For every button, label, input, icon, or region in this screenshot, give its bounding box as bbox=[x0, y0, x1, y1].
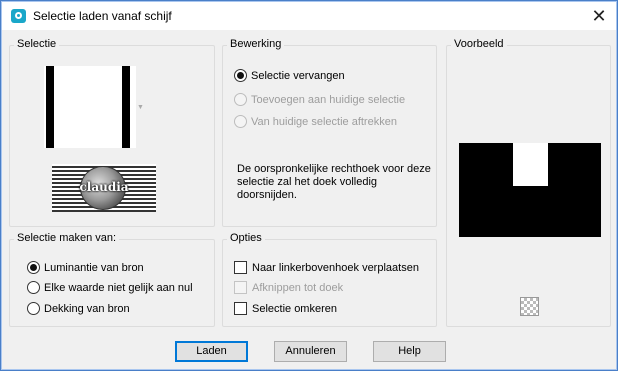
voorbeeld-group: Voorbeeld bbox=[446, 38, 611, 327]
radio-luminantie[interactable]: Luminantie van bron bbox=[27, 261, 144, 274]
radio-label: Selectie vervangen bbox=[251, 69, 345, 82]
checkbox-label: Afknippen tot doek bbox=[252, 281, 344, 294]
watermark-image: claudia bbox=[52, 164, 156, 212]
radio-unselected-icon[interactable] bbox=[27, 281, 40, 294]
radio-aftrekken: Van huidige selectie aftrekken bbox=[234, 115, 397, 128]
opties-group: Opties Naar linkerbovenhoek verplaatsen … bbox=[222, 232, 437, 327]
bewerking-note: De oorspronkelijke rechthoek voor deze s… bbox=[237, 163, 431, 201]
load-button[interactable]: Laden bbox=[175, 341, 248, 362]
radio-label: Luminantie van bron bbox=[44, 261, 144, 274]
cancel-button[interactable]: Annuleren bbox=[274, 341, 347, 362]
checkbox-icon[interactable] bbox=[234, 302, 247, 315]
radio-selected-icon[interactable] bbox=[234, 69, 247, 82]
watermark-text: claudia bbox=[79, 180, 129, 194]
maken-van-group: Selectie maken van: Luminantie van bron … bbox=[9, 232, 215, 327]
title-bar[interactable]: Selectie laden vanaf schijf ✕ bbox=[2, 2, 616, 30]
dropdown-arrow-icon[interactable]: ▼ bbox=[137, 104, 144, 111]
voorbeeld-group-label: Voorbeeld bbox=[451, 38, 507, 50]
checkerboard-icon[interactable] bbox=[520, 297, 539, 316]
help-button[interactable]: Help bbox=[373, 341, 446, 362]
opties-group-label: Opties bbox=[227, 232, 265, 244]
window-title: Selectie laden vanaf schijf bbox=[33, 9, 172, 23]
radio-label: Elke waarde niet gelijk aan nul bbox=[44, 281, 193, 294]
thumbnail-left-bar bbox=[46, 66, 54, 148]
checkbox-label: Naar linkerbovenhoek verplaatsen bbox=[252, 261, 419, 274]
checkbox-linkerbovenhoek[interactable]: Naar linkerbovenhoek verplaatsen bbox=[234, 261, 419, 274]
close-button[interactable]: ✕ bbox=[582, 2, 616, 30]
checkbox-omkeren[interactable]: Selectie omkeren bbox=[234, 302, 337, 315]
bewerking-group-label: Bewerking bbox=[227, 38, 285, 50]
app-icon bbox=[11, 9, 26, 23]
maken-van-group-label: Selectie maken van: bbox=[14, 232, 120, 244]
checkbox-label: Selectie omkeren bbox=[252, 302, 337, 315]
checkbox-afknippen: Afknippen tot doek bbox=[234, 281, 343, 294]
dialog-window: Selectie laden vanaf schijf ✕ Selectie ▼… bbox=[0, 0, 618, 371]
radio-label: Van huidige selectie aftrekken bbox=[251, 115, 397, 128]
selection-thumbnail[interactable] bbox=[44, 66, 136, 148]
radio-selected-icon[interactable] bbox=[27, 261, 40, 274]
checkbox-disabled-icon bbox=[234, 281, 247, 294]
radio-elke-waarde[interactable]: Elke waarde niet gelijk aan nul bbox=[27, 281, 193, 294]
radio-toevoegen: Toevoegen aan huidige selectie bbox=[234, 93, 405, 106]
radio-label: Dekking van bron bbox=[44, 302, 130, 315]
thumbnail-right-bar bbox=[122, 66, 130, 148]
selectie-group: Selectie ▼ claudia bbox=[9, 38, 215, 227]
radio-label: Toevoegen aan huidige selectie bbox=[251, 93, 406, 106]
radio-disabled-icon bbox=[234, 93, 247, 106]
selection-preview bbox=[459, 143, 601, 237]
checkbox-icon[interactable] bbox=[234, 261, 247, 274]
radio-disabled-icon bbox=[234, 115, 247, 128]
radio-unselected-icon[interactable] bbox=[27, 302, 40, 315]
preview-selected-area bbox=[513, 143, 548, 186]
radio-dekking[interactable]: Dekking van bron bbox=[27, 302, 130, 315]
bewerking-group: Bewerking Selectie vervangen Toevoegen a… bbox=[222, 38, 437, 227]
selectie-group-label: Selectie bbox=[14, 38, 60, 50]
radio-selectie-vervangen[interactable]: Selectie vervangen bbox=[234, 69, 345, 82]
